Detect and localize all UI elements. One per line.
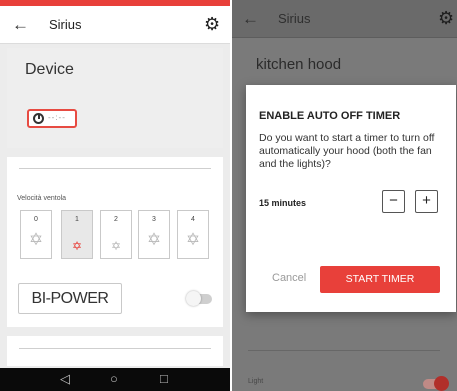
fan-speed-number: 2 (114, 216, 118, 223)
arrow-left-icon[interactable]: ← (12, 15, 29, 35)
arrow-left-icon[interactable]: ← (242, 9, 259, 29)
fan-speed-number: 1 (75, 216, 79, 223)
fan-speed-4-button[interactable]: 4 ✡ (177, 210, 209, 259)
divider (19, 348, 211, 349)
light-label: Light (248, 378, 264, 385)
device-title: Device (25, 61, 74, 78)
auto-off-timer-dialog: ENABLE AUTO OFF TIMER Do you want to sta… (246, 85, 456, 312)
clock-icon (33, 113, 44, 124)
fan-card: Velocità ventola 0 ✡ 1 ✡ 2 ✡ 3 ✡ 4 ✡ BI-… (7, 157, 223, 327)
fan-speed-3-button[interactable]: 3 ✡ (138, 210, 170, 259)
timer-button[interactable]: --:-- (27, 109, 77, 128)
fan-icon: ✡ (71, 239, 83, 253)
fan-speed-0-button[interactable]: 0 ✡ (20, 210, 52, 259)
increase-button[interactable]: + (415, 190, 438, 213)
system-nav-bar: ◁ ○ □ (0, 368, 230, 391)
right-screen: ← Sirius ⚙ kitchen hood Light ENABLE AUT… (232, 0, 457, 391)
toggle-knob (434, 376, 449, 391)
timer-duration: 15 minutes (259, 198, 307, 208)
device-card: Device --:-- (7, 48, 223, 175)
triangle-back-icon[interactable]: ◁ (60, 370, 70, 388)
fan-speed-label: Velocità ventola (17, 195, 67, 202)
light-card (7, 336, 223, 366)
app-title: Sirius (49, 17, 82, 32)
fan-icon: ✡ (28, 230, 44, 249)
device-name: kitchen hood (256, 56, 342, 73)
bipower-label: BI-POWER (31, 290, 109, 307)
timer-display: --:-- (48, 113, 66, 122)
fan-speed-1-button[interactable]: 1 ✡ (61, 210, 93, 259)
left-screen: ← Sirius ⚙ Device --:-- Velocità ventola… (0, 0, 230, 391)
toggle-knob (186, 291, 201, 306)
fan-icon: ✡ (146, 230, 162, 249)
gear-icon[interactable]: ⚙ (438, 7, 454, 29)
bipower-toggle[interactable] (186, 291, 212, 306)
fan-speed-number: 3 (152, 216, 156, 223)
app-bar: ← Sirius ⚙ (0, 6, 230, 44)
bipower-button[interactable]: BI-POWER (18, 283, 122, 314)
fan-speed-number: 4 (191, 216, 195, 223)
cancel-button[interactable]: Cancel (272, 272, 306, 284)
square-recent-icon[interactable]: □ (160, 370, 168, 388)
dialog-title: ENABLE AUTO OFF TIMER (259, 110, 401, 122)
divider (19, 168, 211, 169)
circle-home-icon[interactable]: ○ (110, 370, 118, 388)
app-title: Sirius (278, 11, 311, 26)
fan-speed-2-button[interactable]: 2 ✡ (100, 210, 132, 259)
gear-icon[interactable]: ⚙ (204, 13, 220, 35)
start-timer-button[interactable]: START TIMER (320, 266, 440, 293)
dialog-message: Do you want to start a timer to turn off… (259, 132, 435, 170)
light-toggle[interactable] (423, 376, 449, 391)
decrease-button[interactable]: − (382, 190, 405, 213)
fan-icon: ✡ (110, 239, 122, 253)
divider (248, 350, 440, 351)
app-bar: ← Sirius ⚙ (232, 0, 457, 38)
fan-icon: ✡ (185, 230, 201, 249)
fan-speed-number: 0 (34, 216, 38, 223)
